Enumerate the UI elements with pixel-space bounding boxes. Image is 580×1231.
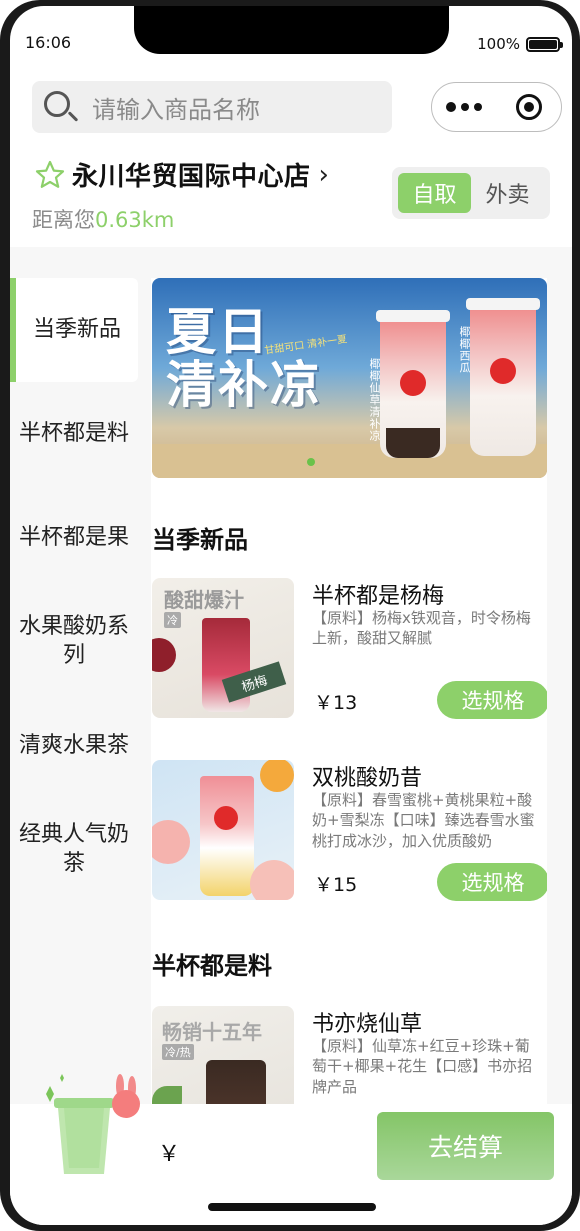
product-name: 书亦烧仙草 [312,1012,423,1037]
battery-percent: 100% [477,35,520,53]
product-image[interactable]: 畅销十五年 冷/热 [152,1006,294,1107]
store-selector[interactable]: 永川华贸国际中心店 › [34,156,329,193]
promo-banner[interactable]: 夏日 清补凉 甘甜可口 清补一夏 椰椰仙草清补凉 椰椰西瓜 [152,278,547,478]
image-badge: 酸甜爆汁 [164,588,244,612]
product-desc: 【原料】杨梅x铁观音，时令杨梅上新，酸甜又解腻 [312,609,531,648]
section-title-half-toppings: 半杯都是料 [152,952,272,980]
product-desc: 【原料】仙草冻+红豆+珍珠+葡萄干+椰果+花生【口感】书亦招牌产品 [312,1037,533,1096]
section-title-seasonal: 当季新品 [152,526,248,554]
search-icon [42,89,79,125]
checkout-button[interactable]: 去结算 [377,1112,554,1180]
product-card[interactable]: 畅销十五年 冷/热 书亦烧仙草 【原料】仙草冻+红豆+珍珠+葡萄干+椰果+花生【… [152,1006,547,1107]
rabbit-logo-icon [490,358,516,384]
rabbit-logo-icon [214,806,238,830]
store-distance: 距离您0.63km [32,204,174,234]
category-item-fruit-yogurt[interactable]: 水果酸奶系列 [10,590,138,694]
banner-cup2-label: 椰椰西瓜 [458,326,471,374]
notch [134,6,449,54]
image-temp-tag: 冷 [164,612,181,628]
product-price: ￥13 [314,692,358,714]
banner-cup-1 [376,310,450,458]
product-card[interactable]: 双桃酸奶昔 【原料】春雪蜜桃+黄桃果粒+酸奶+雪梨冻【口味】臻选春雪水蜜桃打成冰… [152,760,547,902]
search-placeholder: 请输入商品名称 [92,95,260,124]
search-bar[interactable]: 请输入商品名称 [32,81,392,133]
choose-spec-button[interactable]: 选规格 [437,681,547,719]
product-desc: 【原料】春雪蜜桃+黄桃果粒+酸奶+雪梨冻【口味】臻选春雪水蜜桃打成冰沙，加入优质… [312,791,535,850]
cart-bar: ￥ 去结算 [10,1074,572,1225]
miniprogram-capsule [431,82,562,132]
category-sidebar: 当季新品 半杯都是料 半杯都是果 水果酸奶系列 清爽水果茶 经典人气奶茶 [10,278,138,902]
star-icon[interactable] [34,159,66,191]
distance-value: 0.63km [95,208,175,232]
category-item-half-toppings[interactable]: 半杯都是料 [10,382,138,486]
order-mode-toggle: 自取 外卖 [392,167,550,219]
product-name: 半杯都是杨梅 [312,584,445,609]
choose-spec-button[interactable]: 选规格 [437,863,547,901]
battery-icon [526,36,563,52]
product-image[interactable]: 酸甜爆汁 冷 杨梅 [152,578,294,718]
image-badge: 畅销十五年 [162,1020,262,1044]
carousel-indicator [307,458,315,466]
mode-delivery[interactable]: 外卖 [471,173,544,213]
image-temp-tag: 冷/热 [162,1044,194,1060]
category-item-seasonal[interactable]: 当季新品 [10,278,138,382]
category-item-fruit-tea[interactable]: 清爽水果茶 [10,694,138,798]
product-price: ￥15 [314,874,358,896]
status-time: 16:06 [25,33,72,52]
close-miniprogram-icon[interactable] [497,94,562,120]
battery-fill [529,39,557,49]
distance-prefix: 距离您 [32,208,95,232]
more-icon[interactable] [432,102,497,112]
banner-title: 夏日 清补凉 [166,302,322,414]
home-indicator [208,1203,376,1211]
product-name: 双桃酸奶昔 [312,766,423,791]
product-card[interactable]: 酸甜爆汁 冷 杨梅 半杯都是杨梅 【原料】杨梅x铁观音，时令杨梅上新，酸甜又解腻… [152,578,547,720]
screen: 16:06 100% 请输入商品名称 永川华贸国际中心店 › 距离您0.63km… [10,6,572,1225]
mode-pickup[interactable]: 自取 [398,173,471,213]
status-battery: 100% [477,35,563,53]
product-list[interactable]: 夏日 清补凉 甘甜可口 清补一夏 椰椰仙草清补凉 椰椰西瓜 当季新品 酸甜爆汁 冷… [151,278,547,1107]
category-item-milk-tea[interactable]: 经典人气奶茶 [10,798,138,902]
product-image[interactable] [152,760,294,900]
cart-total: ￥ [158,1142,181,1167]
store-name: 永川华贸国际中心店 [72,162,311,192]
banner-cup-2 [466,298,540,456]
category-item-half-fruit[interactable]: 半杯都是果 [10,486,138,590]
chevron-right-icon: › [318,159,329,190]
phone-frame: 16:06 100% 请输入商品名称 永川华贸国际中心店 › 距离您0.63km… [0,0,580,1231]
cart-cup-icon[interactable] [34,1072,144,1182]
rabbit-logo-icon [400,370,426,396]
